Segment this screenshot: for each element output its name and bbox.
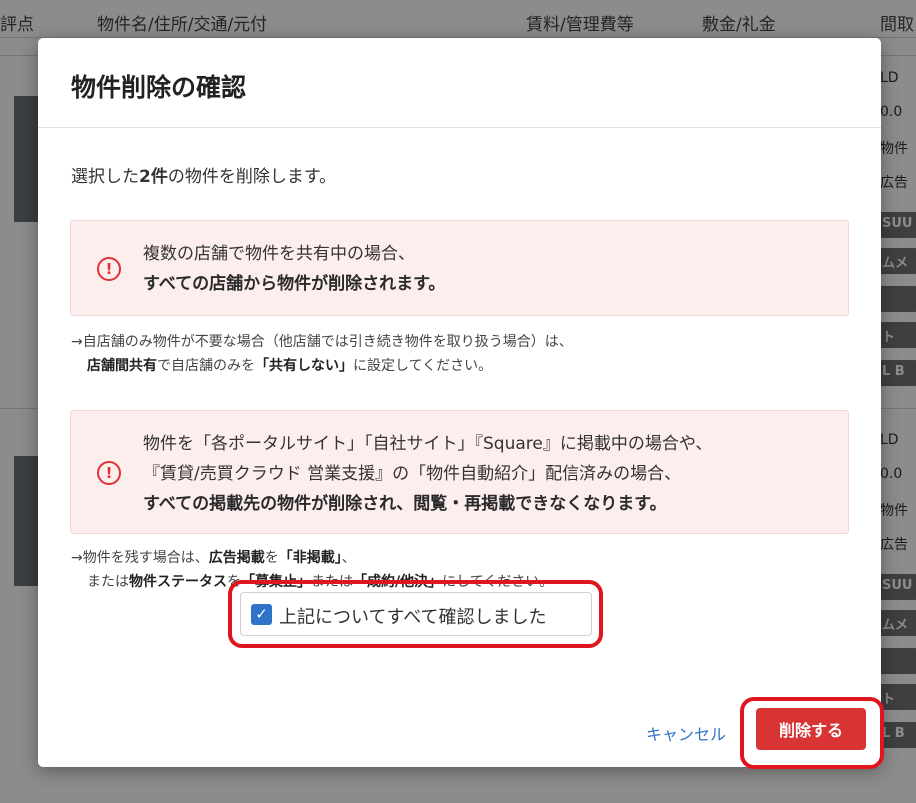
lead-prefix: 選択した (71, 167, 139, 187)
note-text: 、 (341, 550, 356, 566)
warning-emphasis: すべての掲載先の物件が削除され、閲覧・再掲載できなくなります。 (143, 494, 667, 514)
lead-count: 2件 (139, 167, 168, 187)
exclamation-circle-icon: ! (97, 257, 121, 281)
warning-line: 『賃貸/売買クラウド 営業支援』の「物件自動紹介」配信済みの場合、 (143, 464, 682, 484)
warning-line: 複数の店舗で物件を共有中の場合、 (143, 244, 415, 264)
note-text: または (87, 574, 129, 590)
note-text: →物件を残す場合は、 (71, 550, 209, 566)
portal-listing-warning: ! 物件を「各ポータルサイト」「自社サイト」『Square』に掲載中の場合や、 … (70, 410, 849, 534)
note-bold: 物件ステータス (129, 574, 227, 590)
confirm-checkbox-field[interactable]: ✓ 上記についてすべて確認しました (240, 592, 592, 636)
note-line: →物件を残す場合は、広告掲載を「非掲載」、 (71, 546, 553, 570)
cancel-button[interactable]: キャンセル (646, 721, 726, 745)
dialog-title: 物件削除の確認 (71, 73, 247, 102)
warning-line: 物件を「各ポータルサイト」「自社サイト」『Square』に掲載中の場合や、 (143, 434, 713, 454)
note-text: に設定してください。 (353, 358, 493, 374)
confirm-checkbox-label[interactable]: 上記についてすべて確認しました (279, 603, 546, 629)
warning-emphasis: すべての店舗から物件が削除されます。 (143, 274, 446, 294)
exclamation-circle-icon: ! (97, 461, 121, 485)
delete-highlight-annotation (740, 697, 884, 769)
note-bold: 「共有しない」 (255, 358, 353, 374)
shared-store-note: →自店舗のみ物件が不要な場合（他店舗では引き続き物件を取り扱う場合）は、 店舗間… (71, 330, 573, 378)
checkbox-checked-icon[interactable]: ✓ (251, 604, 272, 625)
note-line: →自店舗のみ物件が不要な場合（他店舗では引き続き物件を取り扱う場合）は、 (71, 334, 573, 350)
note-line: 店舗間共有で自店舗のみを「共有しない」に設定してください。 (71, 354, 573, 378)
lead-suffix: の物件を削除します。 (167, 167, 337, 187)
note-text: で自店舗のみを (157, 358, 255, 374)
note-bold: 店舗間共有 (87, 358, 157, 374)
delete-confirm-dialog: 物件削除の確認 選択した2件の物件を削除します。 ! 複数の店舗で物件を共有中の… (38, 38, 881, 767)
note-text: を (264, 550, 279, 566)
dialog-header-divider (38, 127, 881, 128)
note-bold: 広告掲載 (208, 550, 265, 566)
dialog-lead-text: 選択した2件の物件を削除します。 (71, 162, 336, 187)
note-bold: 「非掲載」 (278, 550, 342, 566)
shared-store-warning: ! 複数の店舗で物件を共有中の場合、 すべての店舗から物件が削除されます。 (70, 220, 849, 316)
